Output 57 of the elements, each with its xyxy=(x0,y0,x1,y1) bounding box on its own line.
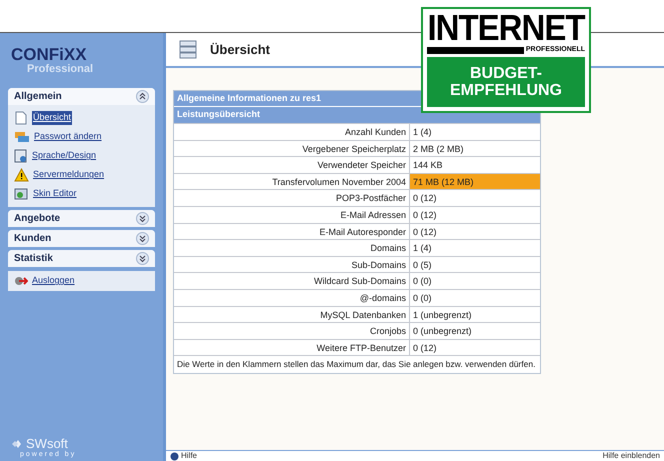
sidebar-link[interactable]: Servermeldungen xyxy=(33,168,104,182)
show-help-link[interactable]: Hilfe einblenden xyxy=(602,450,660,461)
row-value: 0 (5) xyxy=(412,258,433,272)
window-icon xyxy=(14,149,28,163)
diamond-icon xyxy=(12,439,24,449)
row-label: Domains xyxy=(174,240,410,256)
cards-icon xyxy=(14,130,30,144)
row-value: 0 (12) xyxy=(412,208,438,222)
table-note: Die Werte in den Klammern stellen das Maximum dar, das Sie anlegen bzw. verwenden dürfen. xyxy=(174,355,540,374)
expand-icon[interactable] xyxy=(136,212,149,225)
section-header[interactable]: Kunden xyxy=(8,230,155,247)
row-value: 2 MB (2 MB) xyxy=(412,142,465,156)
row-label: Anzahl Kunden xyxy=(174,124,410,140)
row-value: 1 (unbegrenzt) xyxy=(412,308,473,322)
row-value: 0 (12) xyxy=(412,226,438,239)
row-value: 0 (0) xyxy=(412,275,433,288)
row-value: 1 (4) xyxy=(412,126,433,139)
help-link[interactable]: Hilfe xyxy=(181,450,198,461)
logout-link[interactable]: Ausloggen xyxy=(32,274,75,288)
row-value: 71 MB (12 MB) xyxy=(410,174,540,190)
row-label: E-Mail Adressen xyxy=(174,206,410,223)
logo-title: CONFiXX xyxy=(11,46,88,63)
section-header[interactable]: Statistik xyxy=(8,250,155,267)
sidebar-link[interactable]: Passwort ändern xyxy=(34,130,102,144)
row-label: E-Mail Autoresponder xyxy=(174,224,410,240)
section-header[interactable]: Angebote xyxy=(8,210,155,227)
row-value: 0 (0) xyxy=(412,292,433,305)
collapse-icon[interactable] xyxy=(136,90,149,103)
row-label: Vergebener Speicherplatz xyxy=(174,140,410,156)
row-label: @-domains xyxy=(174,290,410,306)
expand-icon[interactable] xyxy=(136,252,149,265)
palette-icon xyxy=(14,187,29,201)
sidebar-link[interactable]: Übersicht xyxy=(32,111,72,125)
row-value: 0 (unbegrenzt) xyxy=(412,325,473,338)
row-value: 0 (12) xyxy=(412,342,438,355)
logout-icon xyxy=(14,276,28,286)
row-label: Cronjobs xyxy=(174,323,410,339)
vendor-name: SWsoft xyxy=(26,437,68,451)
row-value: 0 (12) xyxy=(412,192,438,206)
sidebar-link[interactable]: Sprache/Design xyxy=(32,149,96,163)
expand-icon[interactable] xyxy=(136,232,149,245)
warning-icon xyxy=(14,168,29,182)
row-label: Verwendeter Speicher xyxy=(174,157,410,173)
row-label: POP3-Postfächer xyxy=(174,190,410,206)
help-icon xyxy=(170,452,179,460)
section-header[interactable]: Allgemein xyxy=(8,88,155,105)
sidebar-link[interactable]: Skin Editor xyxy=(33,187,77,201)
logo-subtitle: Professional xyxy=(26,63,94,75)
row-label: Wildcard Sub-Domains xyxy=(174,273,410,289)
row-value: 1 (4) xyxy=(412,242,433,256)
row-label: Weitere FTP-Benutzer xyxy=(174,340,410,356)
stack-icon xyxy=(178,38,198,60)
page-title: Übersicht xyxy=(210,40,270,59)
row-label: Sub-Domains xyxy=(174,256,410,272)
page-icon xyxy=(14,111,28,125)
row-label: MySQL Datenbanken xyxy=(174,306,410,322)
row-value: 144 KB xyxy=(412,159,444,172)
